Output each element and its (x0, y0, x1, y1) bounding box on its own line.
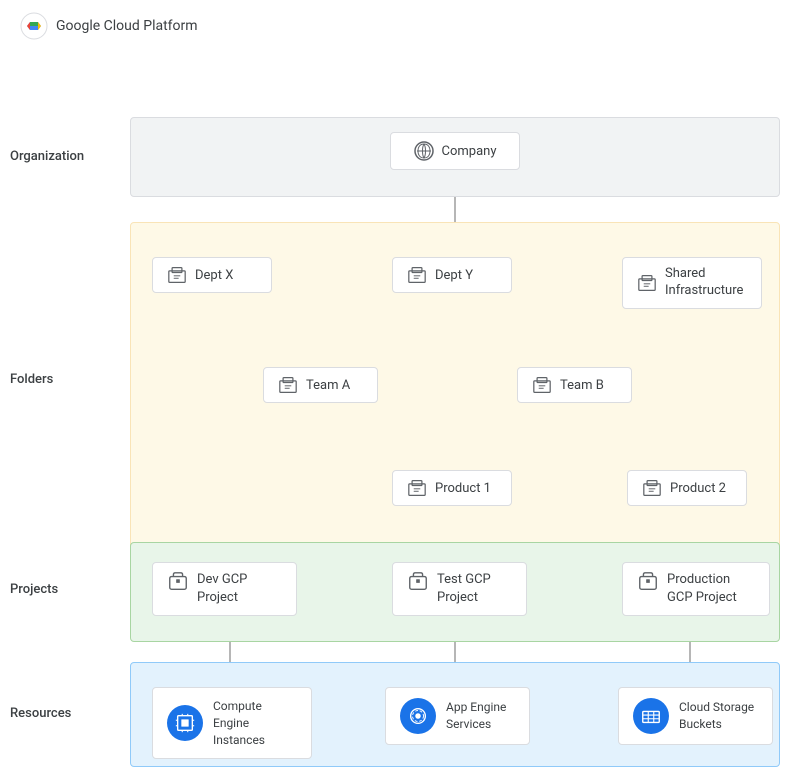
dept-y-icon (407, 266, 427, 284)
product-1-label: Product 1 (435, 481, 491, 496)
compute-engine-label: Compute Engine Instances (213, 698, 297, 748)
company-node: Company (390, 132, 520, 170)
organization-label: Organization (10, 149, 84, 164)
team-b-label: Team B (560, 378, 604, 393)
gcp-logo-icon (20, 12, 48, 40)
dev-gcp-label: Dev GCP Project (197, 571, 282, 607)
dept-x-icon (167, 266, 187, 284)
dept-x-node: Dept X (152, 257, 272, 293)
test-gcp-label: Test GCP Project (437, 571, 512, 607)
app-engine-icon (400, 698, 436, 734)
team-b-node: Team B (517, 367, 632, 403)
dept-y-label: Dept Y (435, 268, 473, 283)
cloud-storage-node: Cloud Storage Buckets (618, 687, 773, 745)
test-gcp-icon (407, 571, 429, 593)
dept-x-label: Dept X (195, 268, 233, 283)
prod-gcp-label: Production GCP Project (667, 571, 755, 607)
shared-infra-node: Shared Infrastructure (622, 257, 762, 309)
compute-engine-icon (167, 705, 203, 741)
folders-label: Folders (10, 372, 53, 387)
product-2-icon (642, 479, 662, 497)
cloud-storage-icon (633, 698, 669, 734)
app-engine-label: App Engine Services (446, 699, 515, 733)
resources-label: Resources (10, 706, 71, 721)
dept-y-node: Dept Y (392, 257, 512, 293)
test-gcp-node: Test GCP Project (392, 562, 527, 616)
product-2-node: Product 2 (627, 470, 747, 506)
company-icon (414, 141, 434, 161)
compute-engine-node: Compute Engine Instances (152, 687, 312, 759)
team-a-node: Team A (263, 367, 378, 403)
prod-gcp-icon (637, 571, 659, 593)
product-1-node: Product 1 (392, 470, 512, 506)
shared-infra-icon (637, 274, 657, 292)
team-a-label: Team A (306, 378, 350, 393)
team-b-icon (532, 376, 552, 394)
dev-gcp-node: Dev GCP Project (152, 562, 297, 616)
product-1-icon (407, 479, 427, 497)
app-title: Google Cloud Platform (56, 18, 198, 34)
header: Google Cloud Platform (0, 0, 800, 52)
diagram: Organization Folders Projects Resources … (0, 52, 800, 732)
projects-label: Projects (10, 582, 58, 597)
product-2-label: Product 2 (670, 481, 726, 496)
prod-gcp-node: Production GCP Project (622, 562, 770, 616)
shared-infra-label: Shared Infrastructure (665, 266, 747, 300)
team-a-icon (278, 376, 298, 394)
app-engine-node: App Engine Services (385, 687, 530, 745)
cloud-storage-label: Cloud Storage Buckets (679, 699, 758, 733)
company-label: Company (442, 144, 497, 159)
dev-gcp-icon (167, 571, 189, 593)
